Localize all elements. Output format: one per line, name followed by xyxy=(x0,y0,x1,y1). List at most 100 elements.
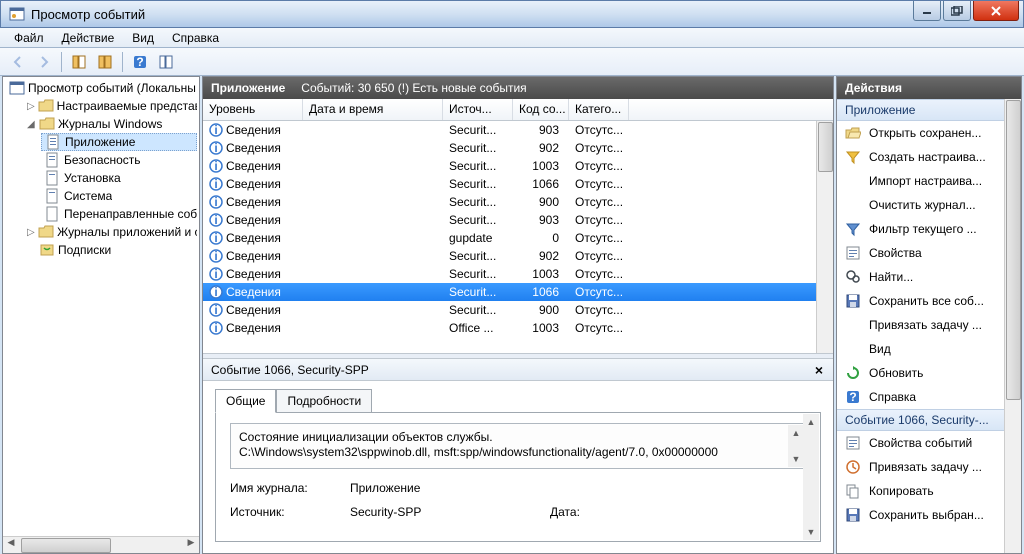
log-icon xyxy=(45,206,61,222)
svg-text:i: i xyxy=(214,195,217,209)
column-category[interactable]: Катего... xyxy=(569,99,629,120)
show-tree-button[interactable] xyxy=(67,50,91,74)
tree-forwarded-log[interactable]: Перенаправленные соб xyxy=(41,205,197,223)
minimize-button[interactable] xyxy=(913,1,941,21)
tree-app-logs[interactable]: ▷ Журналы приложений и сл xyxy=(23,223,197,241)
event-row[interactable]: iСведенияSecurit...900Отсутс... xyxy=(203,193,833,211)
info-icon: i xyxy=(209,141,223,155)
folder-icon xyxy=(38,224,54,240)
tree-custom-views[interactable]: ▷ Настраиваемые представле xyxy=(23,97,197,115)
scroll-down-icon[interactable]: ▼ xyxy=(803,524,819,540)
column-level[interactable]: Уровень xyxy=(203,99,303,120)
event-list-scrollbar[interactable] xyxy=(816,121,833,353)
event-row[interactable]: iСведенияSecurit...1066Отсутс... xyxy=(203,175,833,193)
action-item[interactable]: Свойства xyxy=(837,241,1021,265)
menu-view[interactable]: Вид xyxy=(124,29,162,47)
action-item[interactable]: Сохранить все соб... xyxy=(837,289,1021,313)
close-button[interactable] xyxy=(973,1,1019,21)
action-item[interactable]: Фильтр текущего ... xyxy=(837,217,1021,241)
help-button[interactable]: ? xyxy=(128,50,152,74)
scrollbar-thumb[interactable] xyxy=(818,122,833,172)
tree-application-log[interactable]: Приложение xyxy=(41,133,197,151)
action-section-header[interactable]: Событие 1066, Security-...▲ xyxy=(837,409,1021,431)
folder-icon xyxy=(38,98,54,114)
action-item[interactable]: Сохранить выбран... xyxy=(837,503,1021,527)
preview-button[interactable] xyxy=(154,50,178,74)
tree-windows-logs[interactable]: ◢ Журналы Windows xyxy=(23,115,197,133)
action-item[interactable]: ?Справка▶ xyxy=(837,385,1021,409)
event-row[interactable]: iСведенияSecurit...903Отсутс... xyxy=(203,121,833,139)
action-item[interactable]: Создать настраива... xyxy=(837,145,1021,169)
menu-help[interactable]: Справка xyxy=(164,29,227,47)
column-source[interactable]: Источ... xyxy=(443,99,513,120)
tree-root[interactable]: Просмотр событий (Локальны xyxy=(5,79,197,97)
detail-fields: Имя журнала: Приложение Источник: Securi… xyxy=(230,481,806,519)
svg-text:i: i xyxy=(214,249,217,263)
info-icon: i xyxy=(209,231,223,245)
action-item[interactable]: Привязать задачу ... xyxy=(837,313,1021,337)
event-row[interactable]: iСведенияSecurit...903Отсутс... xyxy=(203,211,833,229)
tree-horizontal-scrollbar[interactable]: ◀ ▶ xyxy=(3,536,199,553)
action-item[interactable]: Привязать задачу ... xyxy=(837,455,1021,479)
action-item[interactable]: Копировать▶ xyxy=(837,479,1021,503)
expand-icon[interactable]: ▷ xyxy=(27,227,38,238)
action-label: Фильтр текущего ... xyxy=(869,222,977,236)
filter2-icon xyxy=(845,221,861,237)
info-icon: i xyxy=(209,213,223,227)
detail-description[interactable]: Состояние инициализации объектов службы.… xyxy=(230,423,806,469)
event-row[interactable]: iСведенияSecurit...900Отсутс... xyxy=(203,301,833,319)
event-row[interactable]: iСведенияSecurit...902Отсутс... xyxy=(203,139,833,157)
actions-scrollbar[interactable] xyxy=(1004,99,1021,553)
column-code[interactable]: Код со... xyxy=(513,99,569,120)
action-item[interactable]: Открыть сохранен... xyxy=(837,121,1021,145)
subscriptions-icon xyxy=(39,242,55,258)
help-icon: ? xyxy=(845,389,861,405)
expand-icon[interactable]: ▷ xyxy=(27,101,38,112)
event-row[interactable]: iСведенияSecurit...902Отсутс... xyxy=(203,247,833,265)
detail-close-button[interactable]: × xyxy=(811,362,827,378)
refresh-icon xyxy=(845,365,861,381)
source-label: Источник: xyxy=(230,505,350,519)
svg-text:i: i xyxy=(214,123,217,137)
detail-scrollbar[interactable]: ▲ ▼ xyxy=(803,414,819,540)
scroll-up-icon[interactable]: ▲ xyxy=(788,425,804,441)
scrollbar-thumb[interactable] xyxy=(1006,100,1021,400)
event-row[interactable]: iСведенияSecurit...1003Отсутс... xyxy=(203,265,833,283)
collapse-icon[interactable]: ◢ xyxy=(27,119,39,130)
action-item[interactable]: Импорт настраива... xyxy=(837,169,1021,193)
action-label: Импорт настраива... xyxy=(869,174,982,188)
event-row[interactable]: iСведенияOffice ...1003Отсутс... xyxy=(203,319,833,337)
action-label: Создать настраива... xyxy=(869,150,986,164)
event-row[interactable]: iСведенияgupdate0Отсутс... xyxy=(203,229,833,247)
info-icon: i xyxy=(209,267,223,281)
description-scrollbar[interactable]: ▲ ▼ xyxy=(788,425,804,467)
tree-security-log[interactable]: Безопасность xyxy=(41,151,197,169)
event-row[interactable]: iСведенияSecurit...1003Отсутс... xyxy=(203,157,833,175)
action-label: Открыть сохранен... xyxy=(869,126,981,140)
action-item[interactable]: Найти... xyxy=(837,265,1021,289)
tree-system-log[interactable]: Система xyxy=(41,187,197,205)
action-section-header[interactable]: Приложение▲ xyxy=(837,99,1021,121)
action-label: Найти... xyxy=(869,270,913,284)
scroll-up-icon[interactable]: ▲ xyxy=(803,414,819,430)
properties-button[interactable] xyxy=(93,50,117,74)
event-row[interactable]: iСведенияSecurit...1066Отсутс... xyxy=(203,283,833,301)
maximize-button[interactable] xyxy=(943,1,971,21)
action-item[interactable]: Очистить журнал... xyxy=(837,193,1021,217)
tab-general[interactable]: Общие xyxy=(215,389,276,413)
action-item[interactable]: Обновить xyxy=(837,361,1021,385)
svg-text:i: i xyxy=(214,231,217,245)
tab-details[interactable]: Подробности xyxy=(276,389,372,412)
scrollbar-thumb[interactable] xyxy=(21,538,111,553)
tree-subscriptions[interactable]: Подписки xyxy=(23,241,197,259)
menu-file[interactable]: Файл xyxy=(6,29,52,47)
menu-action[interactable]: Действие xyxy=(54,29,123,47)
action-item[interactable]: Свойства событий xyxy=(837,431,1021,455)
actions-title: Действия xyxy=(837,77,1021,99)
toolbar: ? xyxy=(0,48,1024,76)
action-item[interactable]: Вид▶ xyxy=(837,337,1021,361)
column-datetime[interactable]: Дата и время xyxy=(303,99,443,120)
tree-setup-log[interactable]: Установка xyxy=(41,169,197,187)
svg-text:?: ? xyxy=(849,390,856,404)
scroll-down-icon[interactable]: ▼ xyxy=(788,451,804,467)
